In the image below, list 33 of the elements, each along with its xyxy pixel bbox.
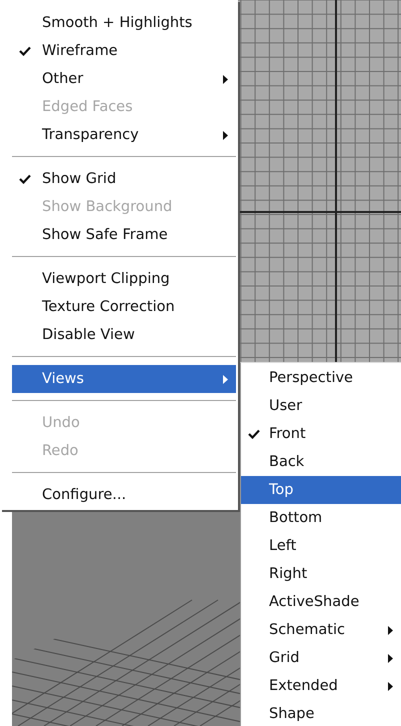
menu-item[interactable]: Other: [12, 65, 236, 93]
submenu-arrow-icon: [388, 626, 393, 635]
menu-item[interactable]: Front: [241, 420, 401, 448]
menu-item[interactable]: Back: [241, 448, 401, 476]
menu-item[interactable]: User: [241, 392, 401, 420]
menu-item[interactable]: Extended: [241, 672, 401, 700]
checkmark-icon: [19, 46, 31, 56]
menu-item[interactable]: Viewport Clipping: [12, 265, 236, 293]
menu-item[interactable]: Smooth + Highlights: [12, 9, 236, 37]
menu-item[interactable]: Perspective: [241, 364, 401, 392]
submenu-arrow-icon: [223, 75, 228, 84]
menu-item[interactable]: Texture Correction: [12, 293, 236, 321]
menu-item[interactable]: Top: [241, 476, 401, 504]
checkmark-icon: [248, 429, 260, 439]
menu-item[interactable]: Wireframe: [12, 37, 236, 65]
menu-item[interactable]: Schematic: [241, 616, 401, 644]
menu-item[interactable]: Disable View: [12, 321, 236, 349]
submenu-arrow-icon: [223, 131, 228, 140]
menu-item[interactable]: Left: [241, 532, 401, 560]
menu-item[interactable]: Bottom: [241, 504, 401, 532]
submenu-arrow-icon: [223, 375, 228, 384]
menu-item[interactable]: ActiveShade: [241, 588, 401, 616]
menu-item[interactable]: Show Safe Frame: [12, 221, 236, 249]
menu-item[interactable]: Shape: [241, 700, 401, 726]
menu-item[interactable]: Right: [241, 560, 401, 588]
checkmark-icon: [19, 174, 31, 184]
menu-item[interactable]: Configure...: [12, 481, 236, 509]
submenu-arrow-icon: [388, 654, 393, 663]
submenu-arrow-icon: [388, 682, 393, 691]
menu-item[interactable]: Transparency: [12, 121, 236, 149]
menu-item[interactable]: Grid: [241, 644, 401, 672]
menu-item[interactable]: Views: [12, 365, 236, 393]
menu-item[interactable]: Show Grid: [12, 165, 236, 193]
